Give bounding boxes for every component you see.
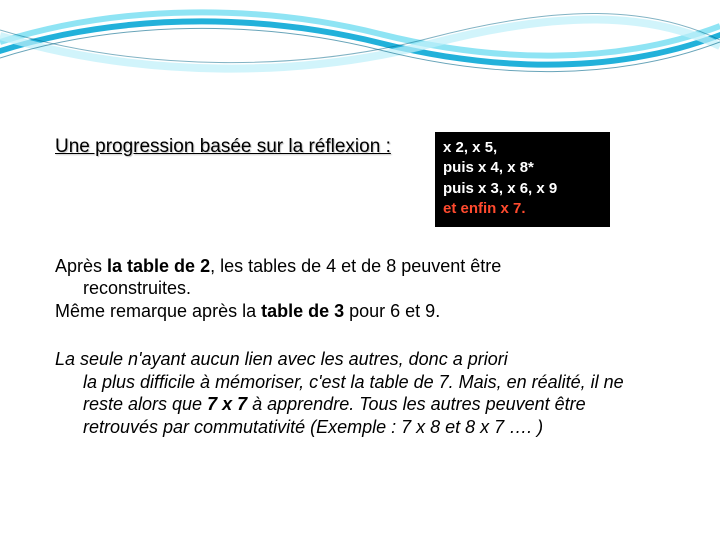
p1-t1: Après bbox=[55, 256, 107, 276]
paragraph-2: La seule n'ayant aucun lien avec les aut… bbox=[55, 348, 665, 438]
p1-t6: table de 3 bbox=[261, 301, 349, 321]
slide-heading: Une progression basée sur la réflexion : bbox=[55, 135, 665, 159]
paragraph-1: Après la table de 2, les tables de 4 et … bbox=[55, 255, 665, 323]
p1-t3: , les tables de 4 et de 8 peuvent être bbox=[210, 256, 501, 276]
slide-content: Une progression basée sur la réflexion :… bbox=[0, 0, 720, 438]
p1-t5: Même remarque après la bbox=[55, 301, 261, 321]
p1-t7: pour 6 et 9. bbox=[349, 301, 440, 321]
p2-t3: 7 x 7 bbox=[207, 394, 247, 414]
p2-block: la plus difficile à mémoriser, c'est la … bbox=[55, 371, 665, 439]
p2-t1: La seule n'ayant aucun lien avec les aut… bbox=[55, 349, 508, 369]
p1-t2: la table de 2 bbox=[107, 256, 210, 276]
p1-t4: reconstruites. bbox=[55, 277, 665, 300]
